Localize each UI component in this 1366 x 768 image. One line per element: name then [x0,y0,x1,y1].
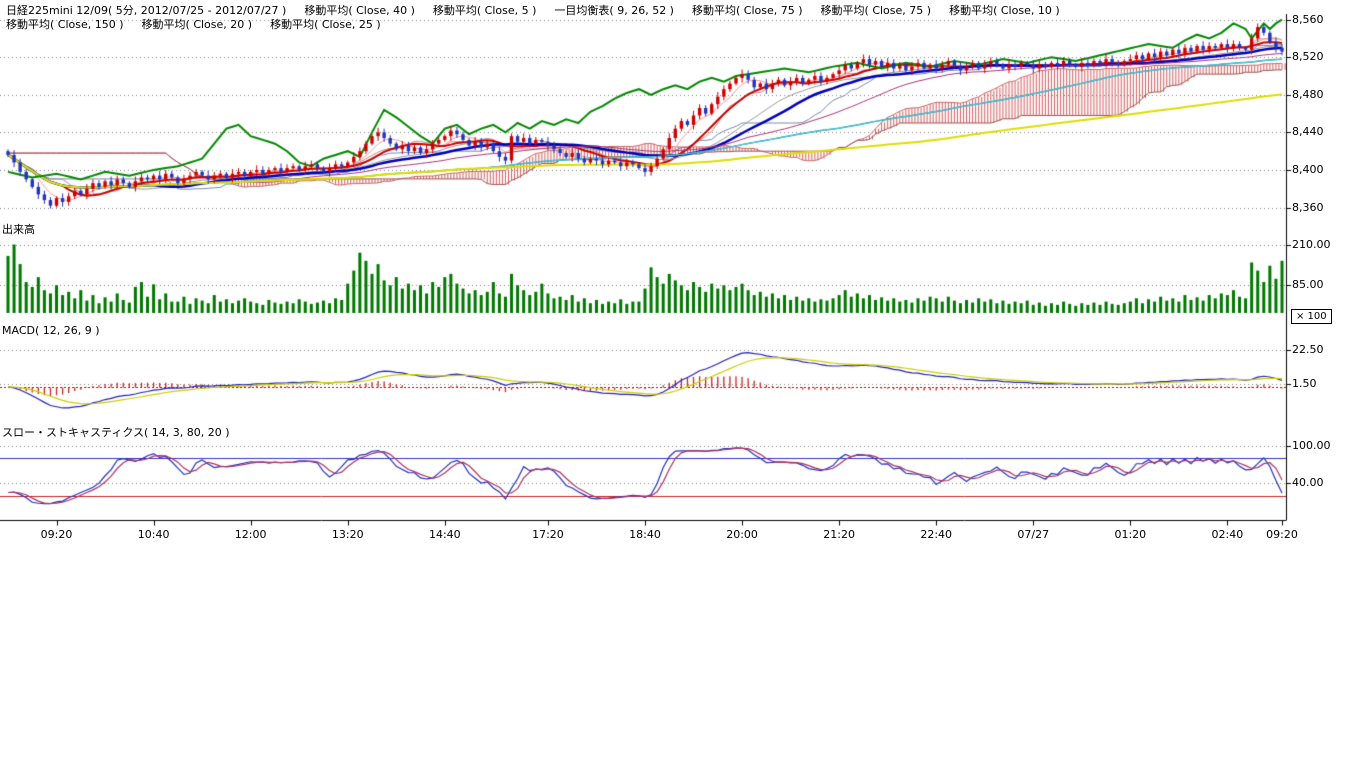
chart-canvas [0,0,1366,560]
time-axis-label: 10:40 [138,528,170,541]
legend-item: 移動平均( Close, 150 ) [6,16,124,32]
chart-area: 日経225mini 12/09( 5分, 2012/07/25 - 2012/0… [0,0,1366,768]
stoch-axis-label: 40.00 [1292,476,1324,489]
time-axis-label: 22:40 [920,528,952,541]
time-axis-label: 20:00 [726,528,758,541]
macd-panel-label: MACD( 12, 26, 9 ) [2,324,100,337]
stoch-axis-label: 100.00 [1292,439,1331,452]
stoch-panel-label: スロー・ストキャスティクス( 14, 3, 80, 20 ) [2,424,230,440]
time-axis-label: 21:20 [823,528,855,541]
volume-axis-label: 210.00 [1292,238,1331,251]
time-axis-label: 18:40 [629,528,661,541]
time-axis-label: 12:00 [235,528,267,541]
volume-axis-label: 85.00 [1292,278,1324,291]
price-axis-label: 8,440 [1292,125,1324,138]
time-axis-label: 09:20 [1266,528,1298,541]
price-axis-label: 8,360 [1292,201,1324,214]
legend-item: 移動平均( Close, 5 ) [433,2,537,18]
macd-axis-label: 1.50 [1292,377,1317,390]
time-axis-label: 02:40 [1212,528,1244,541]
price-axis-label: 8,400 [1292,163,1324,176]
time-axis-label: 09:20 [41,528,73,541]
legend-item: 移動平均( Close, 75 ) [692,2,803,18]
time-axis-label: 07/27 [1017,528,1049,541]
legend-item: 移動平均( Close, 20 ) [142,16,253,32]
time-axis-label: 14:40 [429,528,461,541]
time-axis-label: 13:20 [332,528,364,541]
legend-item: 移動平均( Close, 25 ) [270,16,381,32]
legend-item: 移動平均( Close, 10 ) [949,2,1060,18]
legend-row-2: 移動平均( Close, 150 ) 移動平均( Close, 20 ) 移動平均(… [6,16,381,32]
legend-item: 一目均衡表( 9, 26, 52 ) [554,2,674,18]
volume-panel-label: 出来高 [2,221,35,237]
price-axis-label: 8,520 [1292,50,1324,63]
macd-axis-label: 22.50 [1292,343,1324,356]
time-axis-label: 01:20 [1114,528,1146,541]
price-axis-label: 8,480 [1292,88,1324,101]
price-axis-label: 8,560 [1292,13,1324,26]
time-axis-label: 17:20 [532,528,564,541]
volume-multiplier-badge: × 100 [1291,309,1332,324]
legend-item: 移動平均( Close, 75 ) [821,2,932,18]
